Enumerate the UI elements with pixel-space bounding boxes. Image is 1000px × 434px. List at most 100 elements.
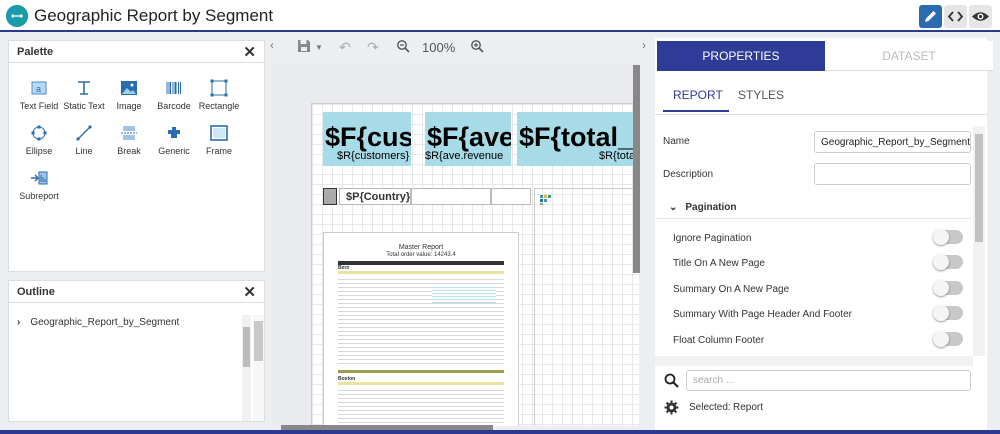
palette-item-line[interactable]: Line: [59, 124, 109, 156]
field-total-revenue[interactable]: $F{total_re $R{tota: [517, 112, 639, 166]
palette-item-subreport[interactable]: Subreport: [14, 169, 64, 201]
canvas-viewport[interactable]: $F{cust $R{customers} $F{ave $R{ave.reve…: [273, 63, 639, 426]
selected-value: Report: [733, 402, 764, 413]
toggle-label-title-new-page: Title On A New Page: [673, 258, 765, 269]
app-title: Geographic Report by Segment: [34, 6, 274, 25]
name-label: Name: [663, 136, 690, 147]
outline-tree-root[interactable]: › Geographic_Report_by_Segment: [17, 317, 179, 328]
code-icon: [947, 11, 964, 22]
palette-item-image[interactable]: Image: [104, 79, 154, 111]
outline-scrollbar[interactable]: [242, 315, 251, 421]
generic-icon: [168, 127, 180, 138]
subreport-icon: [31, 171, 48, 185]
line-icon: [76, 125, 92, 141]
subreport-side-table: [432, 285, 496, 303]
palette-close-icon[interactable]: ✕: [243, 43, 256, 61]
subtab-styles[interactable]: STYLES: [738, 88, 784, 102]
field-ave-revenue[interactable]: $F{ave $R{ave.revenue: [425, 112, 511, 166]
subreport-subtitle: Total order value: 14243.4: [386, 252, 456, 258]
report-page[interactable]: $F{cust $R{customers} $F{ave $R{ave.reve…: [311, 103, 639, 426]
palette-item-rectangle[interactable]: Rectangle: [194, 79, 244, 111]
outline-header: Outline ✕: [9, 281, 264, 303]
outline-close-icon[interactable]: ✕: [243, 283, 256, 301]
subreport-total-bar: [338, 370, 504, 373]
outline-scrollbar-thumb[interactable]: [243, 327, 250, 367]
image-icon: [121, 81, 137, 95]
description-field[interactable]: [814, 163, 971, 185]
subreport-table-lines-2: [338, 387, 504, 426]
palette-header: Palette ✕: [9, 41, 264, 63]
outline-title: Outline: [17, 286, 55, 298]
pencil-icon: [925, 11, 936, 22]
subreport-preview[interactable]: Master Report Total order value: 14243.4…: [323, 232, 519, 426]
search-icon: [664, 373, 679, 393]
save-icon[interactable]: [297, 39, 311, 56]
zoom-out-icon[interactable]: [396, 39, 410, 56]
toggle-label-summary-header-footer: Summary With Page Header And Footer: [673, 309, 852, 320]
properties-scrollbar-thumb[interactable]: [975, 134, 983, 242]
chevron-right-icon[interactable]: ›: [17, 317, 20, 328]
canvas-vertical-scrollbar[interactable]: [633, 65, 640, 273]
subreport-highlight-bar-2: [338, 382, 504, 385]
code-mode-button[interactable]: [944, 5, 967, 28]
palette-item-generic[interactable]: Generic: [149, 124, 199, 156]
toggle-title-new-page[interactable]: [933, 254, 963, 270]
eye-icon: [972, 12, 989, 21]
undo-icon[interactable]: ↶: [339, 39, 351, 56]
toggle-ignore-pagination[interactable]: [933, 229, 963, 245]
design-canvas: ▼ ↶ ↷ 100% $F{cust $R{customers} $F{ave …: [273, 35, 641, 430]
chevron-down-icon: ⌄: [669, 202, 678, 213]
field-customers[interactable]: $F{cust $R{customers}: [323, 112, 411, 166]
properties-horizontal-scrollbar[interactable]: [655, 356, 973, 366]
app-logo-icon: [6, 5, 28, 27]
collapse-right-icon[interactable]: ›: [642, 38, 646, 52]
country-field-blank-2[interactable]: [491, 188, 531, 205]
text-field-icon: a: [31, 81, 47, 95]
chart-element[interactable]: [534, 188, 639, 426]
title-bar: Geographic Report by Segment: [0, 0, 1000, 32]
toggle-label-float-column-footer: Float Column Footer: [673, 335, 765, 346]
outline-scrollbar-right[interactable]: [253, 315, 264, 421]
palette-title: Palette: [17, 46, 54, 58]
palette-item-frame[interactable]: Frame: [194, 124, 244, 156]
group-image-placeholder[interactable]: [323, 188, 337, 205]
toggle-summary-new-page[interactable]: [933, 280, 963, 296]
zoom-in-icon[interactable]: [470, 39, 484, 56]
app-logo: [6, 5, 28, 27]
pagination-section[interactable]: ⌄ Pagination: [669, 202, 737, 213]
outline-panel: Outline ✕ › Geographic_Report_by_Segment: [8, 280, 265, 422]
country-field-blank-1[interactable]: [411, 188, 491, 205]
tab-dataset[interactable]: DATASET: [825, 41, 993, 71]
frame-icon: [210, 125, 228, 141]
static-text-icon: [78, 81, 90, 95]
properties-search-input[interactable]: search ...: [686, 370, 971, 391]
chart-icon: [540, 195, 551, 205]
properties-scrollbar[interactable]: [973, 126, 985, 356]
save-dropdown-icon[interactable]: ▼: [315, 43, 323, 52]
selected-label: Selected:: [689, 402, 731, 413]
palette-item-static-text[interactable]: Static Text: [59, 79, 109, 111]
svg-text:a: a: [36, 84, 41, 94]
redo-icon[interactable]: ↷: [367, 39, 379, 56]
name-field[interactable]: Geographic_Report_by_Segment: [814, 131, 971, 153]
break-icon: [121, 126, 137, 140]
palette-item-ellipse[interactable]: Ellipse: [14, 124, 64, 156]
country-field[interactable]: $P{Country}: [339, 188, 411, 205]
gear-icon[interactable]: [664, 400, 679, 420]
preview-mode-button[interactable]: [969, 5, 992, 28]
palette-item-break[interactable]: Break: [104, 124, 154, 156]
outline-scrollbar-right-thumb[interactable]: [254, 321, 263, 361]
toggle-summary-header-footer[interactable]: [933, 305, 963, 321]
design-mode-button[interactable]: [919, 5, 942, 28]
rectangle-icon: [210, 79, 228, 97]
outline-root-label: Geographic_Report_by_Segment: [30, 317, 180, 328]
subreport-highlight-bar: [338, 271, 504, 274]
zoom-level: 100%: [422, 40, 456, 55]
toggle-float-column-footer[interactable]: [933, 331, 963, 347]
tab-properties[interactable]: PROPERTIES: [657, 41, 825, 71]
ellipse-icon: [31, 125, 47, 141]
subtab-report[interactable]: REPORT: [673, 88, 723, 102]
palette-item-barcode[interactable]: Barcode: [149, 79, 199, 111]
palette-item-text-field[interactable]: a Text Field: [14, 79, 64, 111]
subtab-divider: [655, 114, 987, 115]
